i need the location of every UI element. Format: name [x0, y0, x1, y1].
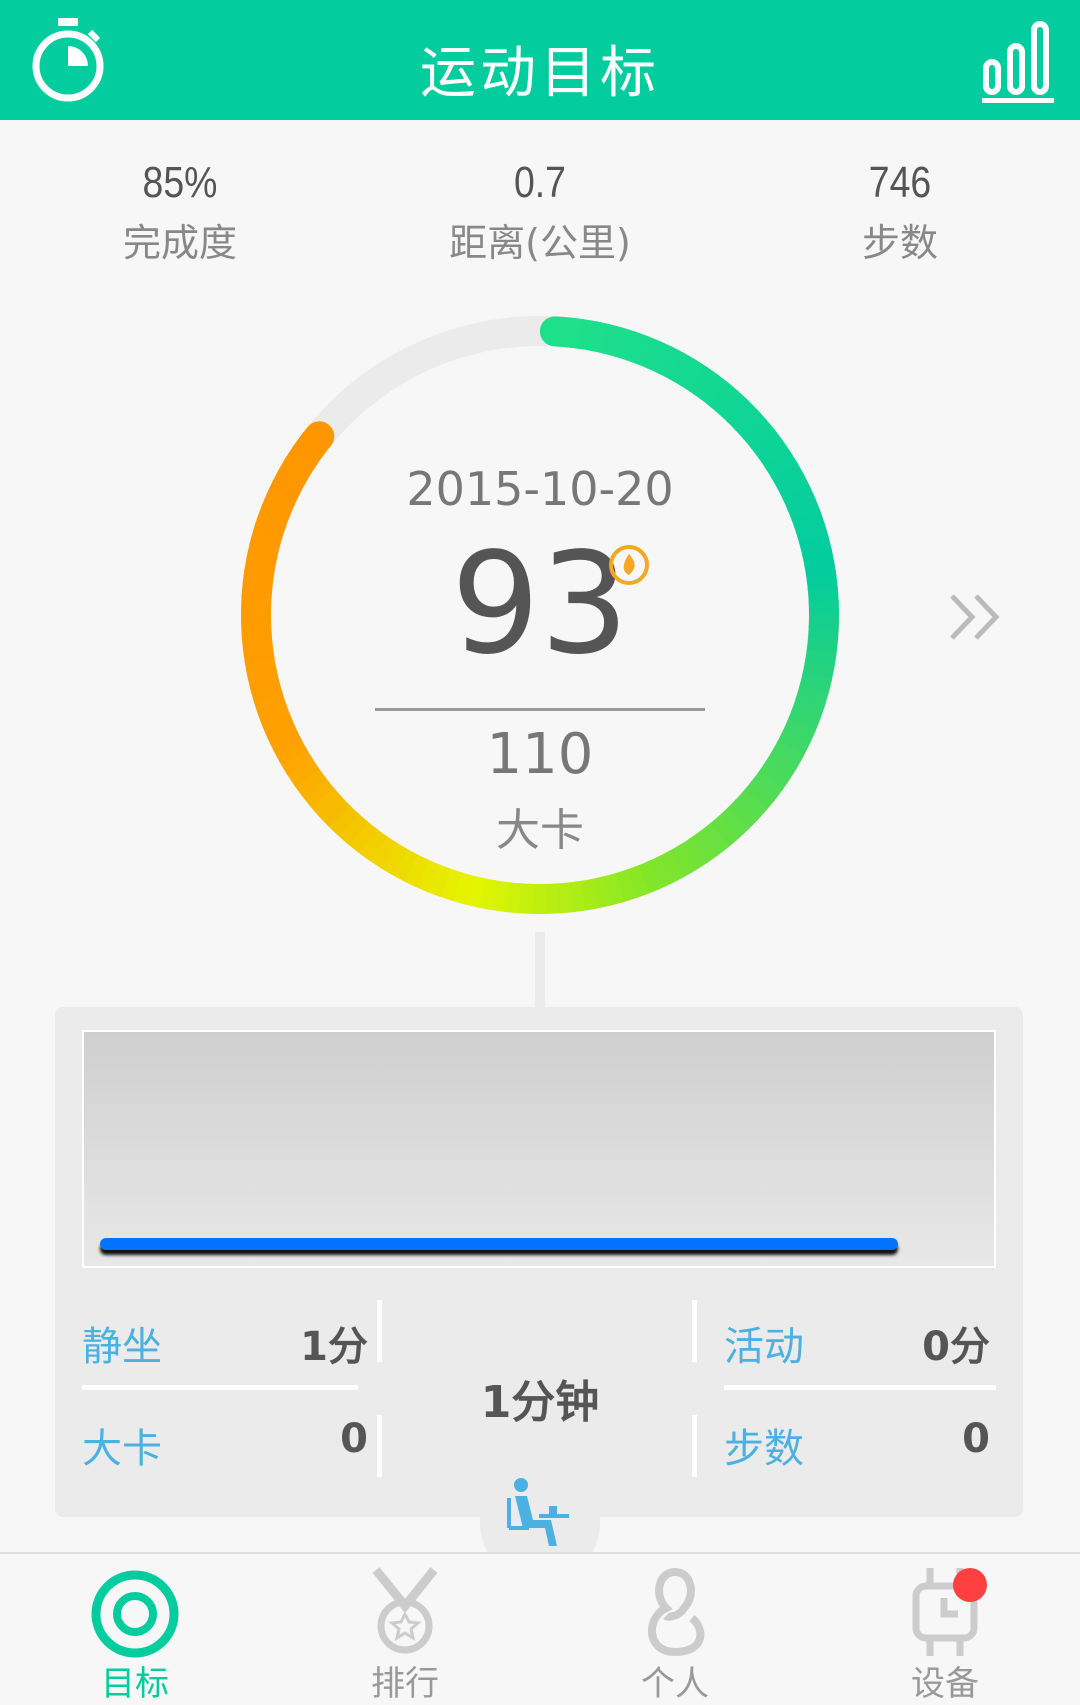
notification-badge — [953, 1568, 987, 1602]
person-icon — [640, 1566, 710, 1658]
target-icon — [90, 1569, 180, 1659]
ring-segment — [312, 436, 320, 446]
stat-completion: 85%完成度 — [30, 158, 330, 267]
page-title: 运动目标 — [0, 28, 1080, 109]
divider — [82, 1385, 358, 1390]
nav-item-profile[interactable]: 个人 — [575, 1564, 775, 1700]
chevron-right-double-icon[interactable] — [948, 592, 1002, 642]
stat-value: 0.7 — [413, 158, 668, 208]
steps-label: 步数 — [724, 1416, 804, 1474]
divider — [377, 1415, 382, 1477]
bottom-nav: 目标 排行 个人 设备 — [0, 1552, 1080, 1700]
calories-label: 大卡 — [82, 1416, 162, 1474]
nav-item-device[interactable]: 设备 — [845, 1564, 1045, 1700]
steps-value-detail: 0 — [880, 1416, 990, 1462]
stat-label: 步数 — [750, 212, 1050, 267]
header: 运动目标 — [0, 0, 1080, 120]
nav-item-goal[interactable]: 目标 — [35, 1564, 235, 1700]
flame-icon — [608, 544, 650, 586]
medal-icon — [372, 1566, 438, 1658]
active-value: 0分 — [880, 1314, 990, 1372]
total-duration: 1分钟 — [400, 1366, 680, 1430]
calories-value: 110 — [390, 722, 690, 787]
active-label: 活动 — [724, 1314, 804, 1372]
stat-steps: 746步数 — [750, 158, 1050, 267]
stat-label: 距离(公里) — [390, 212, 690, 267]
sit-label: 静坐 — [82, 1314, 162, 1372]
divider — [692, 1415, 697, 1477]
sit-duration-bar — [100, 1238, 898, 1250]
nav-label: 排行 — [305, 1656, 505, 1705]
divider — [692, 1300, 697, 1362]
bar-chart-icon[interactable] — [982, 18, 1054, 104]
stat-value: 85% — [53, 158, 308, 208]
connector — [535, 932, 545, 1007]
nav-item-ranking[interactable]: 排行 — [305, 1564, 505, 1700]
nav-label: 个人 — [575, 1656, 775, 1705]
activity-chart — [82, 1030, 996, 1268]
stat-label: 完成度 — [30, 212, 330, 267]
divider — [375, 708, 705, 711]
stat-distance: 0.7距离(公里) — [390, 158, 690, 267]
nav-label: 设备 — [845, 1656, 1045, 1705]
sit-value: 1分 — [250, 1314, 368, 1372]
calories-unit: 大卡 — [390, 794, 690, 858]
stat-value: 746 — [773, 158, 1028, 208]
sitting-icon — [505, 1478, 575, 1556]
nav-label: 目标 — [35, 1656, 235, 1705]
divider — [377, 1300, 382, 1362]
date-label: 2015-10-20 — [340, 462, 740, 516]
divider — [724, 1385, 996, 1390]
calories-value-detail: 0 — [250, 1416, 368, 1462]
